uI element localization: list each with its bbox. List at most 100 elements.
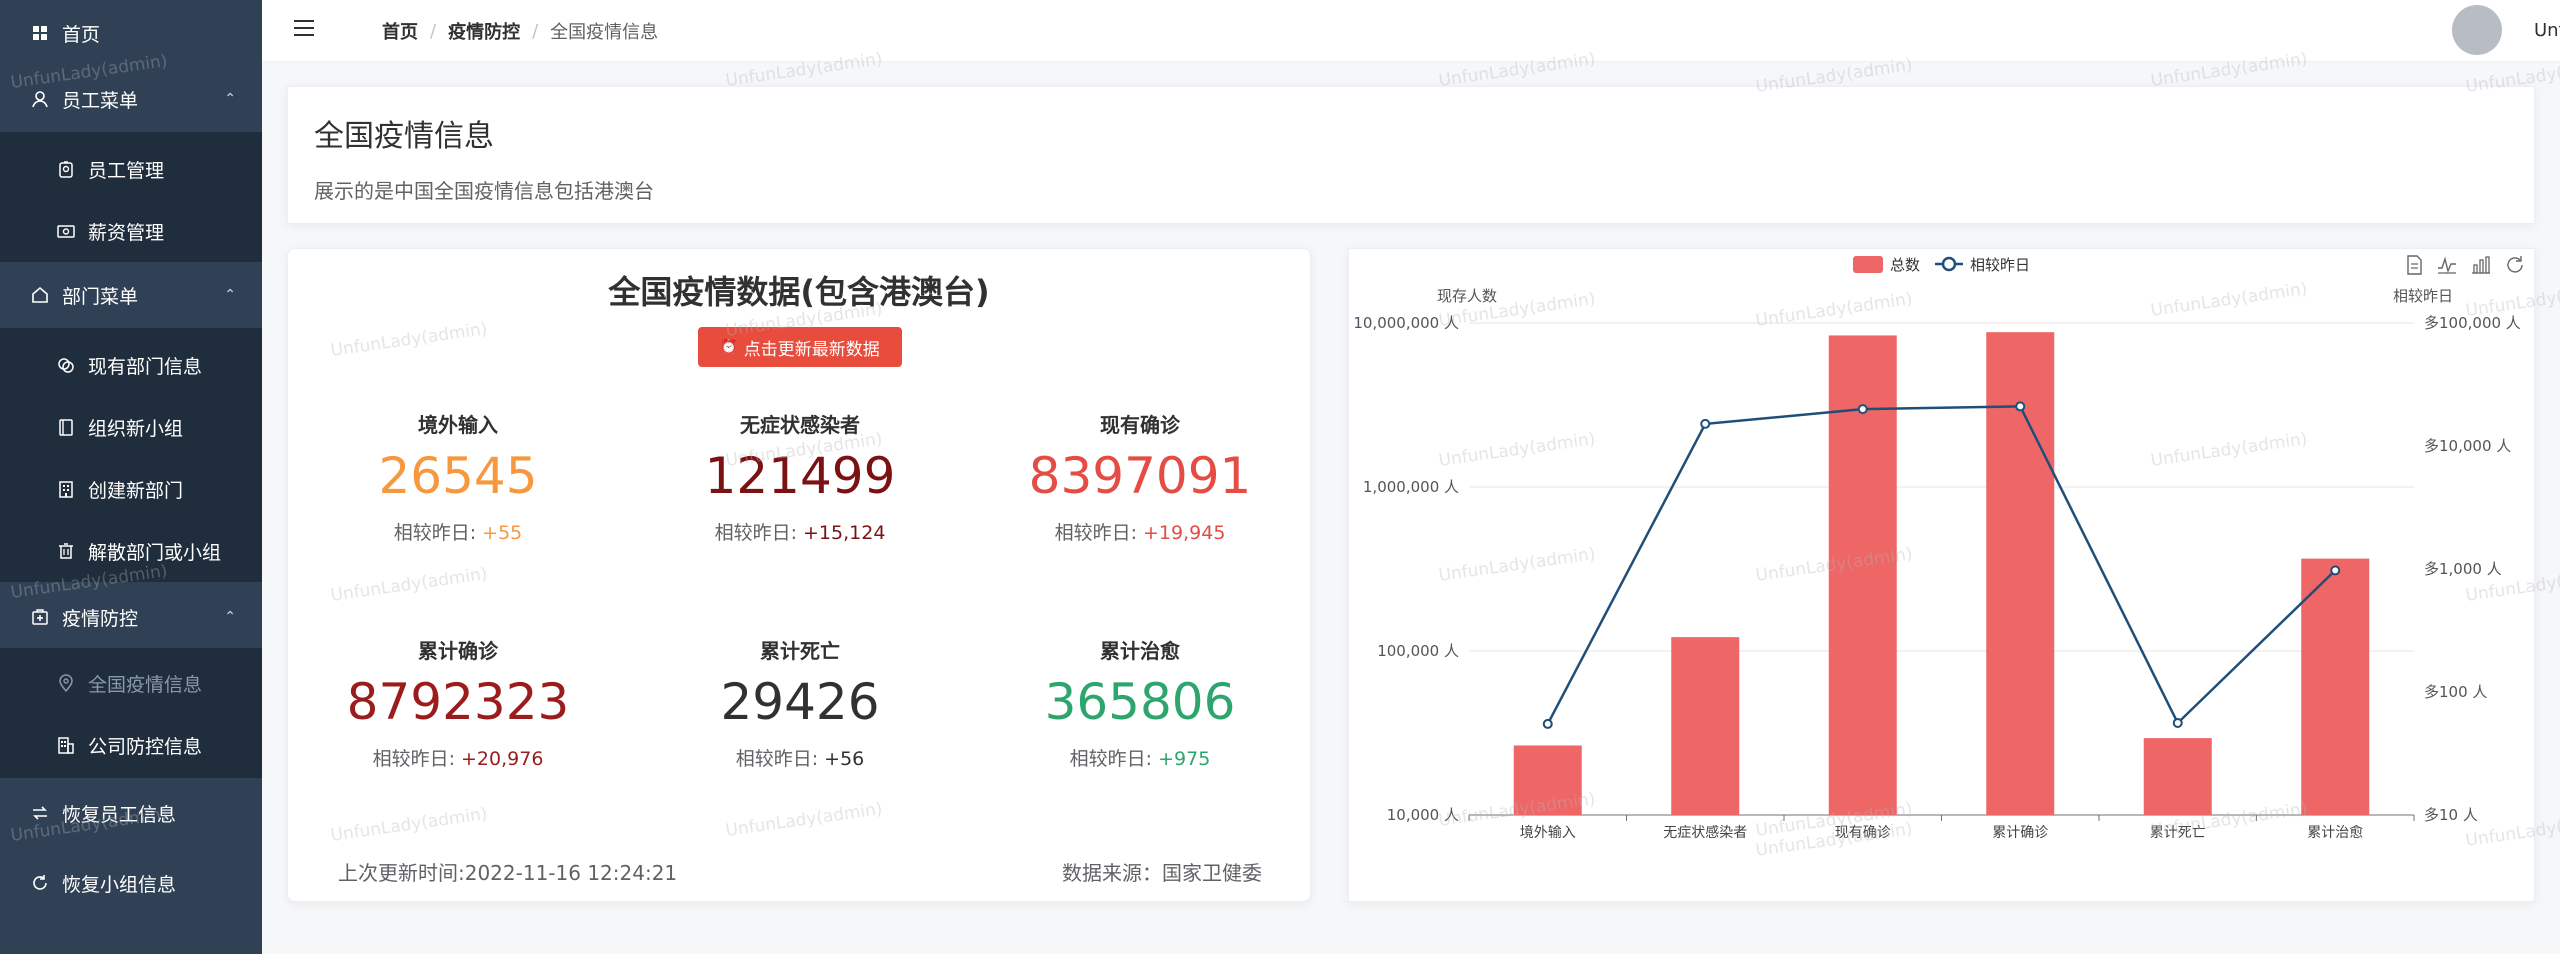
money-icon [56, 221, 76, 241]
stat-delta: 相较昨日: +20,976 [288, 744, 628, 771]
y2-tick-label: 多1,000 人 [2424, 560, 2502, 578]
stat-delta: 相较昨日: +15,124 [630, 518, 970, 545]
chart-card: 10,000 人 100,000 人 1,000,000 人 10,000,000 人… [1348, 248, 2535, 902]
stat-block: 无症状感染者 121499 相较昨日: +15,124 [630, 409, 970, 545]
y-tick-label: 1,000,000 人 [1363, 478, 1459, 496]
chart-point [2172, 717, 2183, 728]
sidebar-item-create-department[interactable]: 创建新部门 [0, 458, 262, 520]
chart-point [2015, 401, 2026, 412]
stat-value: 29426 [720, 673, 880, 731]
alarm-clock-icon: ⏰ [720, 339, 738, 355]
breadcrumb-home[interactable]: 首页 [382, 18, 418, 44]
chart-point [1700, 418, 1711, 429]
sidebar-item-label: 现有部门信息 [88, 355, 203, 378]
sidebar-item-home[interactable]: 首页 [0, 0, 262, 66]
restore-icon [30, 803, 50, 823]
sidebar-item-department-menu[interactable]: 部门菜单 ⌃ [0, 262, 262, 328]
page-description: 展示的是中国全国疫情信息包括港澳台 [314, 179, 654, 203]
sidebar-item-label: 薪资管理 [88, 221, 165, 244]
sidebar-item-label: 员工菜单 [62, 89, 139, 112]
chart-bar [1513, 745, 1582, 815]
sidebar-item-salary-management[interactable]: 薪资管理 [0, 200, 262, 262]
chart-point [2330, 565, 2341, 576]
sidebar-item-existing-departments[interactable]: 现有部门信息 [0, 334, 262, 396]
breadcrumb-separator: / [532, 20, 539, 42]
breadcrumb-epidemic[interactable]: 疫情防控 [448, 18, 520, 44]
y2-tick-label: 多100,000 人 [2424, 314, 2521, 332]
refresh-icon [30, 873, 50, 893]
x-tick-label: 无症状感染者 [1663, 824, 1747, 841]
sidebar-item-company-prevention[interactable]: 公司防控信息 [0, 714, 262, 776]
sidebar-item-label: 疫情防控 [62, 607, 139, 630]
legend-label: 相较昨日 [1970, 256, 2030, 274]
chevron-up-icon: ⌃ [224, 91, 236, 107]
sidebar-item-label: 员工管理 [88, 159, 165, 182]
stat-value: 26545 [378, 447, 538, 505]
legend-swatch-point [1941, 256, 1957, 272]
chart-bar [1671, 637, 1740, 815]
stat-block: 现有确诊 8397091 相较昨日: +19,945 [970, 409, 1310, 545]
location-icon [56, 673, 76, 693]
office-icon [56, 735, 76, 755]
page-title: 全国疫情信息 [314, 119, 494, 154]
sidebar-item-employee-menu[interactable]: 员工菜单 ⌃ [0, 66, 262, 132]
sidebar-item-dissolve[interactable]: 解散部门或小组 [0, 520, 262, 582]
chart-svg: 10,000 人 100,000 人 1,000,000 人 10,000,000 人… [1353, 256, 2521, 841]
stats-card: 全国疫情数据(包含港澳台) ⏰ 点击更新最新数据 境外输入 26545 相较昨日: … [287, 248, 1311, 902]
bar-chart-icon[interactable] [2471, 255, 2491, 280]
first-aid-icon [30, 607, 50, 627]
sidebar-item-label: 部门菜单 [62, 285, 139, 308]
delta-label: 相较昨日: [714, 522, 804, 544]
stat-delta: 相较昨日: +56 [630, 744, 970, 771]
sidebar-item-restore-group[interactable]: 恢复小组信息 [0, 850, 262, 916]
y-tick-label: 10,000,000 人 [1353, 314, 1459, 332]
chart-line [1546, 405, 2337, 726]
legend-swatch-bar [1853, 256, 1883, 273]
building-icon [56, 479, 76, 499]
stat-delta: 相较昨日: +19,945 [970, 518, 1310, 545]
stat-delta: 相较昨日: +55 [288, 518, 628, 545]
stat-label: 现有确诊 [1100, 413, 1180, 437]
chevron-up-icon: ⌃ [224, 287, 236, 303]
chart-bar [2301, 558, 2370, 815]
breadcrumb-separator: / [430, 20, 437, 42]
sidebar: 首页 员工菜单 ⌃ 员工管理 薪资管理 部门菜单 ⌃ 现有部门信息 组织新小组 … [0, 0, 262, 954]
delta-label: 相较昨日: [1069, 748, 1159, 770]
sidebar-item-label: 创建新部门 [88, 479, 184, 502]
stat-delta: 相较昨日: +975 [970, 744, 1310, 771]
sidebar-item-employee-management[interactable]: 员工管理 [0, 138, 262, 200]
line-chart-icon[interactable] [2437, 255, 2457, 280]
sidebar-item-restore-employee[interactable]: 恢复员工信息 [0, 780, 262, 846]
sidebar-item-new-group[interactable]: 组织新小组 [0, 396, 262, 458]
sidebar-item-label: 恢复小组信息 [62, 873, 177, 896]
delta-value: +15,124 [803, 522, 886, 544]
trash-icon [56, 541, 76, 561]
stat-label: 累计死亡 [760, 639, 840, 663]
stat-value: 8792323 [346, 673, 570, 731]
stat-value: 8397091 [1028, 447, 1252, 505]
restore-chart-icon[interactable] [2505, 255, 2525, 280]
data-source: 数据来源：国家卫健委 [1062, 861, 1262, 885]
sidebar-item-epidemic-menu[interactable]: 疫情防控 ⌃ [0, 584, 262, 650]
stat-block: 累计治愈 365806 相较昨日: +975 [970, 635, 1310, 771]
layers-icon [56, 355, 76, 375]
sidebar-item-label: 组织新小组 [88, 417, 184, 440]
chevron-up-icon: ⌃ [224, 609, 236, 625]
sidebar-item-national-epidemic[interactable]: 全国疫情信息 [0, 652, 262, 714]
stat-block: 境外输入 26545 相较昨日: +55 [288, 409, 628, 545]
stat-label: 无症状感染者 [740, 413, 860, 437]
delta-value: +56 [824, 748, 865, 770]
chart-point [1857, 404, 1868, 415]
y2-axis-title: 相较昨日 [2393, 287, 2453, 305]
badge-icon [56, 159, 76, 179]
update-data-button[interactable]: ⏰ 点击更新最新数据 [698, 327, 902, 367]
breadcrumb-current: 全国疫情信息 [550, 22, 659, 43]
delta-value: +19,945 [1143, 522, 1226, 544]
home-icon [30, 285, 50, 305]
legend-label: 总数 [1890, 256, 1920, 274]
data-view-icon[interactable] [2405, 255, 2423, 280]
hamburger-icon[interactable] [294, 20, 314, 38]
avatar[interactable] [2452, 5, 2502, 55]
user-dropdown[interactable]: UnfunLady ⌵ [2534, 20, 2560, 41]
x-tick-label: 境外输入 [1520, 825, 1576, 841]
